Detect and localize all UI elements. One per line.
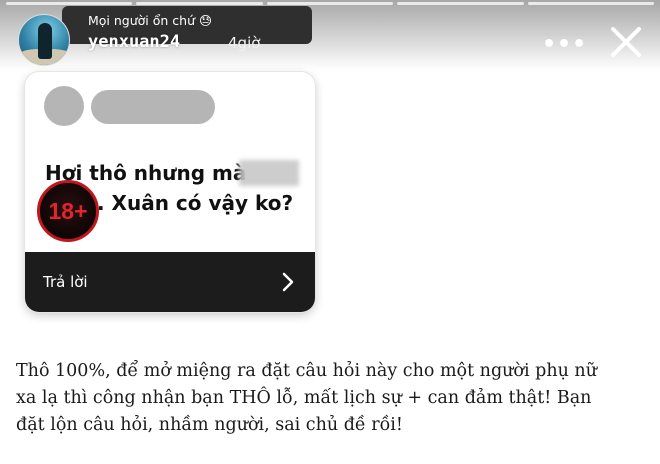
reply-label: Trả lời — [43, 273, 88, 291]
story-progress-segment — [397, 2, 524, 5]
story-progress-segment — [266, 2, 394, 5]
story-progress-segment — [6, 2, 133, 5]
caption-line: Thô 100%, để mở miệng ra đặt câu hỏi này… — [16, 361, 597, 381]
reply-snippet-text: Mọi người ổn chứ 😓 — [88, 13, 213, 28]
reply-button[interactable]: Trả lời — [25, 252, 315, 312]
more-horizontal-icon[interactable]: ••• — [542, 32, 587, 57]
avatar-person — [38, 23, 52, 59]
blurred-name — [239, 160, 299, 186]
close-icon[interactable] — [606, 22, 646, 62]
age-restriction-badge: 18+ — [37, 180, 99, 242]
caption-line: đặt lộn câu hỏi, nhầm người, sai chủ đề … — [16, 415, 403, 435]
story-progress-segment — [527, 2, 655, 5]
chevron-right-icon — [282, 272, 294, 292]
story-progress-segment — [136, 2, 263, 5]
anonymous-avatar — [44, 86, 84, 126]
avatar[interactable] — [18, 14, 70, 66]
post-time: 4giờ — [228, 34, 261, 52]
caption-text: Thô 100%, để mở miệng ra đặt câu hỏi này… — [16, 358, 652, 439]
question-card: Hơi thô nhưng mà . Xuân có vậy ko? 18+ T… — [25, 72, 315, 312]
caption-line: xa lạ thì công nhận bạn THÔ lỗ, mất lịch… — [16, 388, 592, 408]
username[interactable]: yenxuan24 — [88, 32, 180, 52]
hidden-name — [91, 90, 215, 124]
